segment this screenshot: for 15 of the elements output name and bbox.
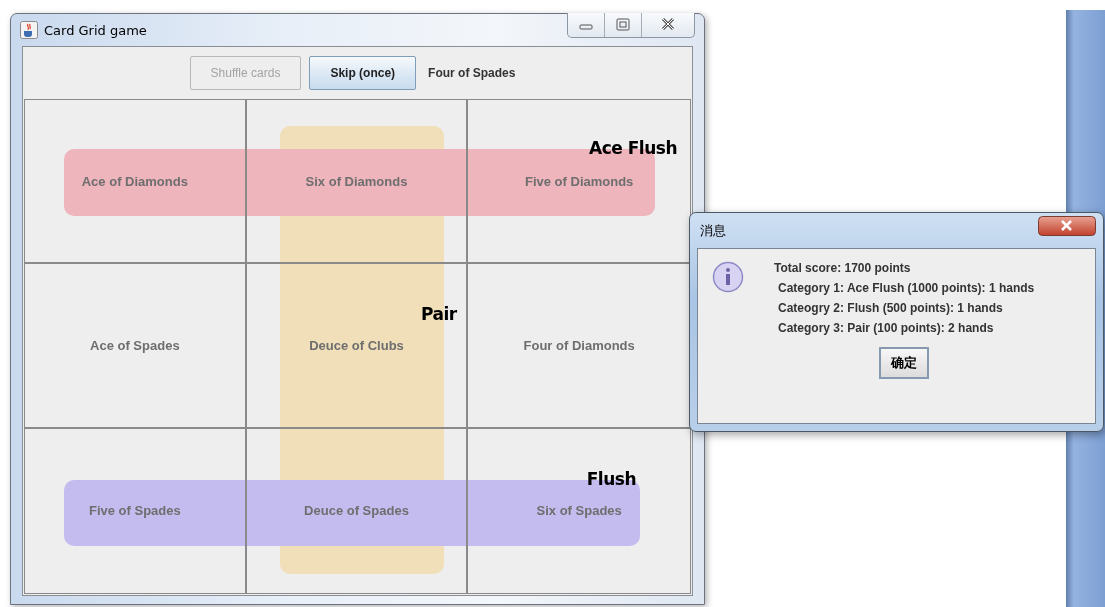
message-text: Category 3: Pair (100 points): 2 hands — [777, 321, 995, 335]
ok-button[interactable]: 确定 — [878, 347, 929, 379]
window-title: Card Grid game — [44, 22, 147, 38]
hand-label: Pair — [421, 304, 457, 324]
current-card-label: Four of Spades — [428, 66, 516, 80]
info-icon — [712, 261, 744, 293]
skip-button[interactable]: Skip (once) — [309, 56, 417, 90]
message-text: Cateogry 2: Flush (500 points): 1 hands — [777, 301, 1004, 315]
message-text: Total score: 1700 points — [774, 261, 912, 275]
message-text: Category 1: Ace Flush (1000 points): 1 hands — [777, 281, 1035, 295]
close-icon[interactable] — [1038, 215, 1096, 236]
coffee-cup-icon — [20, 21, 38, 39]
hand-label: Flush — [586, 469, 636, 489]
hand-label: Ace Flush — [589, 138, 677, 158]
dialog-title: 消息 — [700, 221, 726, 240]
